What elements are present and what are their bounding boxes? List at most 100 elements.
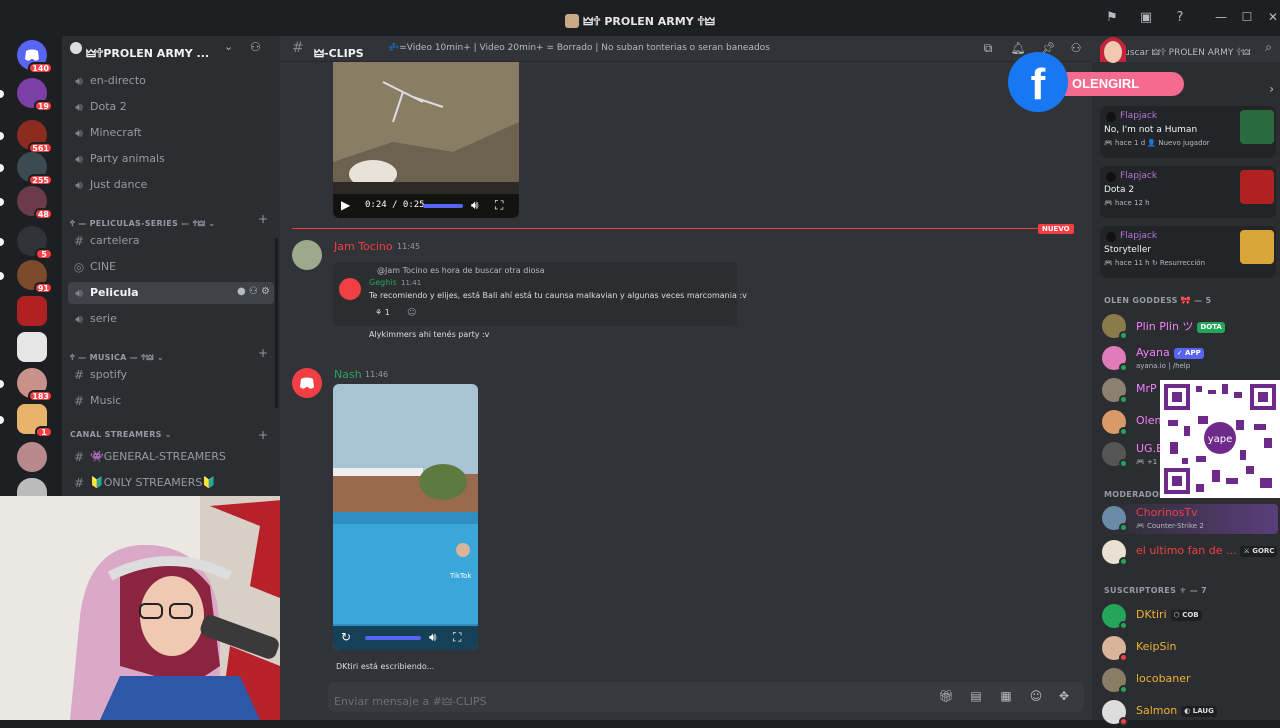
replay-icon[interactable]: ↻ [341,630,351,644]
inbox-icon[interactable]: ▣ [1138,10,1154,26]
message-author[interactable]: Nash [334,368,362,381]
activity-card[interactable]: Flapjack Dota 2 🎮 hace 12 h [1100,166,1276,218]
search-icon[interactable]: ⌕ [1265,40,1272,55]
server-icon[interactable]: 48 [17,186,53,220]
add-channel-icon[interactable]: + [258,212,268,226]
avatar [1102,378,1128,404]
server-icon[interactable]: 5 [17,226,53,260]
voice-channel-selected[interactable]: 🔊︎ Pelicula ● ⚇ ⚙ [68,282,274,304]
home-button[interactable]: 140 [17,40,53,74]
notification-badge: 1 [35,426,53,438]
voice-channel[interactable]: 🔊︎ serie [68,308,274,330]
server-icon[interactable] [17,332,47,362]
speaker-icon: 🔊︎ [75,178,83,192]
voice-channel[interactable]: 🔊︎ Just dance [68,174,274,196]
avatar [1102,506,1128,532]
add-channel-icon[interactable]: + [258,346,268,360]
volume-slider[interactable] [365,636,421,640]
text-channel[interactable]: # spotify [68,364,274,386]
gift-icon[interactable]: 🎁︎ [938,689,954,705]
volume-icon[interactable]: 🔊︎ [471,198,479,213]
notification-badge: 255 [28,174,53,186]
add-reaction-icon[interactable]: ☺ [407,308,416,318]
emoji-icon[interactable]: ☺ [1028,689,1044,705]
new-messages-badge: NUEVO [1038,224,1074,234]
server-icon[interactable]: 561 [17,120,53,154]
server-icon[interactable]: 19 [17,78,53,112]
avatar[interactable] [292,368,322,398]
member-item[interactable]: el ultimo fan de ... ⚔ GORC [1102,538,1278,568]
game-art [1240,170,1274,204]
server-icon[interactable] [17,296,47,326]
server-icon[interactable] [17,442,47,472]
avatar-sticker-icon [1100,37,1126,63]
server-icon[interactable]: 255 [17,152,53,186]
reaction[interactable]: ⚘ 1 [371,308,394,322]
add-channel-icon[interactable]: + [258,428,268,442]
gif-icon[interactable]: ▤ [968,689,984,705]
volume-icon[interactable]: 🔊︎ [429,630,437,645]
text-channel[interactable]: # 🔰ONLY STREAMERS🔰 [68,472,274,494]
typing-indicator: DKtiri está escribiendo... [336,662,435,671]
message-text: Alykimmers ahi tenés party :v [369,330,490,339]
chevron-down-icon[interactable]: ⌄ [224,40,233,53]
text-channel[interactable]: # 👾GENERAL-STREAMERS [68,446,274,468]
server-header[interactable]: 🜲🕆PROLEN ARMY ... ⌄ ⚇ [62,36,280,62]
reply-preview[interactable]: @Jam Tocino es hora de buscar otra diosa [377,266,545,275]
server-icon[interactable]: 183 [17,368,53,402]
inbox-flag-icon[interactable]: ⚑ [1104,10,1120,26]
boost-icon [70,42,82,54]
minimize-icon[interactable]: — [1212,10,1230,26]
category-peliculas[interactable]: 🕆 — PELICULAS-SERIES — 🕆🜲 ⌄ + [70,212,274,228]
member-item[interactable]: KeipSin [1102,634,1278,664]
embed-time: 11:41 [401,279,422,287]
volume-slider[interactable] [423,204,463,208]
member-item[interactable]: ChorinosTv 🎮 Counter-Strike 2 [1102,504,1278,534]
help-icon[interactable]: ? [1172,10,1188,26]
stage-channel[interactable]: ◎ CINE [68,256,274,278]
category-musica[interactable]: 🕆 — MUSICA — 🕆🜲 ⌄ + [70,346,274,362]
server-icon[interactable]: 1 [17,404,53,438]
video-controls: ↻ 🔊︎ ⛶ [333,626,478,650]
server-icon[interactable]: 91 [17,260,53,294]
invite-icon[interactable]: ⚇ [250,40,261,54]
fullscreen-icon[interactable]: ⛶ [453,630,461,645]
channel-actions[interactable]: ● ⚇ ⚙ [237,286,270,297]
channel-topic[interactable]: 💤=Video 10min+ | Video 20min+ = Borrado … [388,43,770,53]
voice-channel[interactable]: 🔊︎ en-directo [68,70,274,92]
speaker-icon: 🔊︎ [75,126,83,140]
chevron-right-icon[interactable]: › [1269,82,1274,96]
fullscreen-icon[interactable]: ⛶ [495,198,503,213]
apps-icon[interactable]: ✥ [1056,689,1072,705]
text-channel[interactable]: # Music [68,390,274,412]
server-icon[interactable] [17,478,47,496]
member-item[interactable]: DKtiri ⬡ COB [1102,602,1278,632]
voice-channel[interactable]: 🔊︎ Dota 2 [68,96,274,118]
sticker-icon[interactable]: ▦ [998,689,1014,705]
message-author[interactable]: Jam Tocino [334,240,393,253]
text-channel[interactable]: # cartelera [68,230,274,252]
avatar[interactable] [292,240,322,270]
video-attachment[interactable]: ▶ 0:24 / 0:25 🔊︎ ⛶ [333,62,519,218]
game-art [1240,110,1274,144]
sidebar-scrollbar[interactable] [275,238,278,408]
member-item[interactable]: Ayana ✓ APP ayana.io | /help [1102,344,1278,374]
voice-channel[interactable]: 🔊︎ Party animals [68,148,274,170]
message-timestamp: 11:46 [365,370,389,379]
activity-card[interactable]: Flapjack Storyteller 🎮 hace 11 h ↻ Resur… [1100,226,1276,278]
video-attachment[interactable]: TikTok ↻ 🔊︎ ⛶ [333,384,478,650]
member-item[interactable]: Plin Plin ツ DOTA [1102,312,1278,342]
activity-card[interactable]: Flapjack No, I'm not a Human 🎮 hace 1 d … [1100,106,1276,158]
member-item[interactable]: locobaner [1102,666,1278,696]
yape-label: yape [1208,434,1233,445]
threads-icon[interactable]: ⧉ [980,41,996,57]
reply-embed: @Jam Tocino es hora de buscar otra diosa… [333,262,747,326]
voice-channel[interactable]: 🔊︎ Minecraft [68,122,274,144]
close-icon[interactable]: ✕ [1264,10,1280,26]
message-composer[interactable]: Enviar mensaje a #🜲-CLIPS 🎁︎ ▤ ▦ ☺ ✥ [328,682,1084,712]
maximize-icon[interactable]: ☐ [1238,10,1256,26]
play-icon[interactable]: ▶ [341,198,350,212]
category-streamers[interactable]: CANAL STREAMERS ⌄ + [70,428,274,444]
facebook-overlay: OLENGIRL f [1008,37,1184,112]
member-item[interactable]: Salmon ◐ LAUG [1102,698,1278,728]
